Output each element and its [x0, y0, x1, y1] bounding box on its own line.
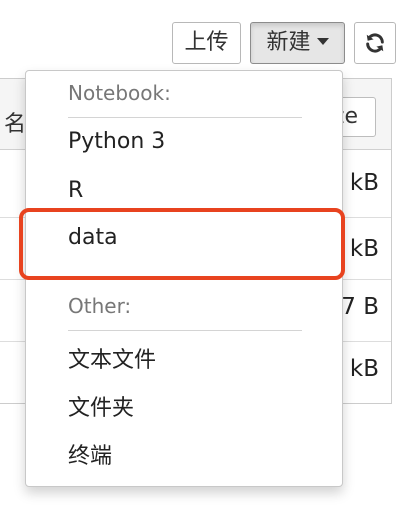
dropdown-divider — [68, 117, 302, 118]
file-size: kB — [349, 170, 379, 196]
menu-item-text-file[interactable]: 文本文件 — [68, 342, 156, 374]
page: 上传 新建 名 ze kB kB 7 B kB Notebook: Python… — [0, 0, 410, 512]
column-header-name[interactable]: 名 — [4, 106, 26, 138]
new-dropdown-button[interactable]: 新建 — [250, 22, 345, 64]
dropdown-header-notebook: Notebook: — [68, 81, 171, 105]
file-size: 7 B — [341, 294, 379, 320]
upload-button[interactable]: 上传 — [172, 22, 241, 64]
menu-item-python3[interactable]: Python 3 — [68, 129, 165, 154]
menu-item-terminal[interactable]: 终端 — [68, 438, 112, 470]
refresh-icon — [366, 33, 384, 53]
file-size: kB — [349, 236, 379, 262]
menu-item-folder[interactable]: 文件夹 — [68, 390, 134, 422]
menu-item-r[interactable]: R — [68, 178, 83, 203]
caret-down-icon — [316, 37, 329, 45]
dropdown-header-other: Other: — [68, 294, 132, 318]
new-button-label: 新建 — [266, 30, 311, 55]
refresh-button[interactable] — [354, 22, 396, 64]
annotation-highlight-box — [19, 208, 345, 280]
file-size: kB — [349, 356, 379, 382]
dropdown-divider — [68, 330, 302, 331]
